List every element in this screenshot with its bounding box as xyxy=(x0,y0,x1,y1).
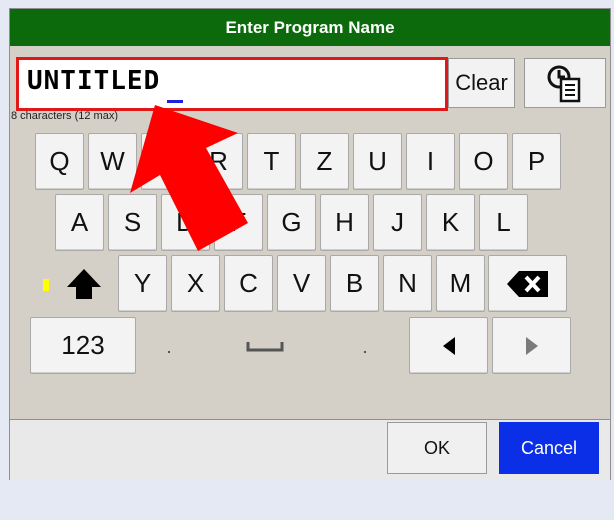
caps-indicator xyxy=(43,279,49,291)
text-cursor xyxy=(167,100,183,103)
key-p[interactable]: P xyxy=(512,133,561,190)
backspace-icon xyxy=(506,270,548,297)
separator-dot-left xyxy=(168,351,170,353)
dialog-title: Enter Program Name xyxy=(10,9,610,46)
key-o[interactable]: O xyxy=(459,133,508,190)
cancel-label: Cancel xyxy=(520,437,578,458)
separator-dot-right xyxy=(364,351,366,353)
left-arrow-icon xyxy=(442,336,455,355)
program-name-input[interactable]: UNTITLED xyxy=(16,57,448,111)
key-l[interactable]: L xyxy=(479,194,528,251)
cancel-button[interactable]: Cancel xyxy=(499,422,599,474)
space-icon xyxy=(246,341,284,351)
backspace-key[interactable] xyxy=(488,255,567,312)
shift-icon xyxy=(66,268,101,299)
key-q[interactable]: Q xyxy=(35,133,84,190)
key-s[interactable]: S xyxy=(108,194,157,251)
key-a[interactable]: A xyxy=(55,194,104,251)
clear-button[interactable]: Clear xyxy=(448,58,515,108)
key-w[interactable]: W xyxy=(88,133,137,190)
key-d[interactable]: D xyxy=(161,194,210,251)
key-f[interactable]: F xyxy=(214,194,263,251)
program-name-value: UNTITLED xyxy=(27,66,161,96)
key-y[interactable]: Y xyxy=(118,255,167,312)
key-n[interactable]: N xyxy=(383,255,432,312)
key-i[interactable]: I xyxy=(406,133,455,190)
key-m[interactable]: M xyxy=(436,255,485,312)
clear-label: Clear xyxy=(455,70,508,95)
ok-button[interactable]: OK xyxy=(387,422,487,474)
key-k[interactable]: K xyxy=(426,194,475,251)
key-r[interactable]: R xyxy=(194,133,243,190)
shift-key[interactable] xyxy=(54,255,113,312)
key-c[interactable]: C xyxy=(224,255,273,312)
key-j[interactable]: J xyxy=(373,194,422,251)
program-list-button[interactable] xyxy=(524,58,606,108)
space-key[interactable] xyxy=(180,317,350,374)
key-u[interactable]: U xyxy=(353,133,402,190)
program-name-dialog: Enter Program Name UNTITLED Clear 8 char… xyxy=(9,8,611,480)
ok-label: OK xyxy=(423,437,450,458)
key-h[interactable]: H xyxy=(320,194,369,251)
key-b[interactable]: B xyxy=(330,255,379,312)
key-e[interactable]: E xyxy=(141,133,190,190)
key-g[interactable]: G xyxy=(267,194,316,251)
right-arrow-icon xyxy=(525,336,538,355)
key-z[interactable]: Z xyxy=(300,133,349,190)
key-x[interactable]: X xyxy=(171,255,220,312)
char-counter: 8 characters (12 max) xyxy=(11,110,118,122)
cursor-left-key[interactable] xyxy=(409,317,488,374)
cursor-right-key[interactable] xyxy=(492,317,571,374)
key-t[interactable]: T xyxy=(247,133,296,190)
key-v[interactable]: V xyxy=(277,255,326,312)
numbers-key[interactable]: 123 xyxy=(30,317,136,374)
program-list-icon xyxy=(547,65,581,103)
